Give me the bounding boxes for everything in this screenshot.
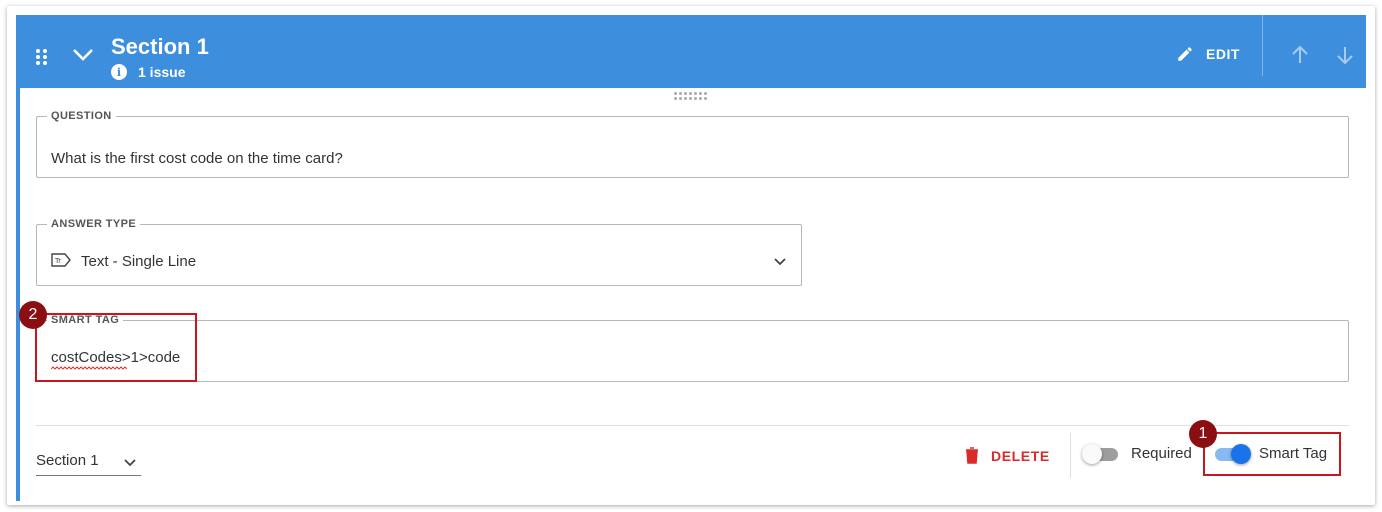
- delete-label: DELETE: [991, 447, 1050, 464]
- issue-count: 1 issue: [138, 64, 186, 80]
- edit-button[interactable]: EDIT: [1176, 45, 1240, 63]
- issue-indicator[interactable]: i 1 issue: [111, 64, 185, 80]
- move-up-arrow-icon[interactable]: [1290, 45, 1310, 65]
- chevron-down-icon: [124, 459, 136, 467]
- question-input[interactable]: What is the first cost code on the time …: [51, 150, 343, 167]
- collapse-chevron-icon[interactable]: [72, 47, 94, 63]
- annotation-badge-2: 2: [19, 301, 47, 329]
- annotation-badge-1: 1: [1189, 420, 1217, 448]
- answer-type-value: Text - Single Line: [81, 253, 197, 270]
- section-header: Section 1 i 1 issue EDIT: [16, 15, 1366, 88]
- annotation-box-1: [1203, 432, 1341, 476]
- section-title: Section 1: [111, 34, 209, 59]
- drag-handle-icon[interactable]: [36, 49, 48, 65]
- question-field[interactable]: QUESTION What is the first cost code on …: [36, 110, 1349, 178]
- header-divider: [1262, 15, 1263, 76]
- chevron-down-icon[interactable]: [773, 257, 787, 267]
- answer-type-legend: ANSWER TYPE: [51, 218, 137, 230]
- resize-handle-icon[interactable]: [674, 92, 710, 102]
- section-select-value: Section 1: [36, 452, 99, 469]
- pencil-icon: [1178, 47, 1192, 61]
- question-card: Section 1 i 1 issue EDIT QUESTION What i…: [7, 6, 1375, 505]
- required-toggle[interactable]: [1082, 444, 1120, 464]
- footer-vertical-divider: [1070, 433, 1071, 478]
- trash-icon: [966, 447, 978, 464]
- text-tag-icon: Tr: [51, 253, 71, 267]
- smart-tag-field[interactable]: SMART TAG costCodes>1>code: [36, 314, 1349, 382]
- move-down-arrow-icon[interactable]: [1335, 45, 1355, 65]
- edit-label: EDIT: [1206, 46, 1240, 62]
- info-icon: i: [111, 64, 127, 80]
- svg-text:Tr: Tr: [54, 257, 61, 265]
- question-legend: QUESTION: [51, 110, 112, 122]
- answer-type-select[interactable]: ANSWER TYPE Tr Text - Single Line: [36, 218, 802, 286]
- section-select[interactable]: Section 1: [36, 446, 141, 476]
- annotation-box-2: [35, 313, 197, 382]
- footer-divider: [36, 425, 1349, 426]
- required-label: Required: [1131, 445, 1192, 462]
- card-accent-bar: [16, 88, 20, 501]
- delete-button[interactable]: DELETE: [965, 447, 1050, 464]
